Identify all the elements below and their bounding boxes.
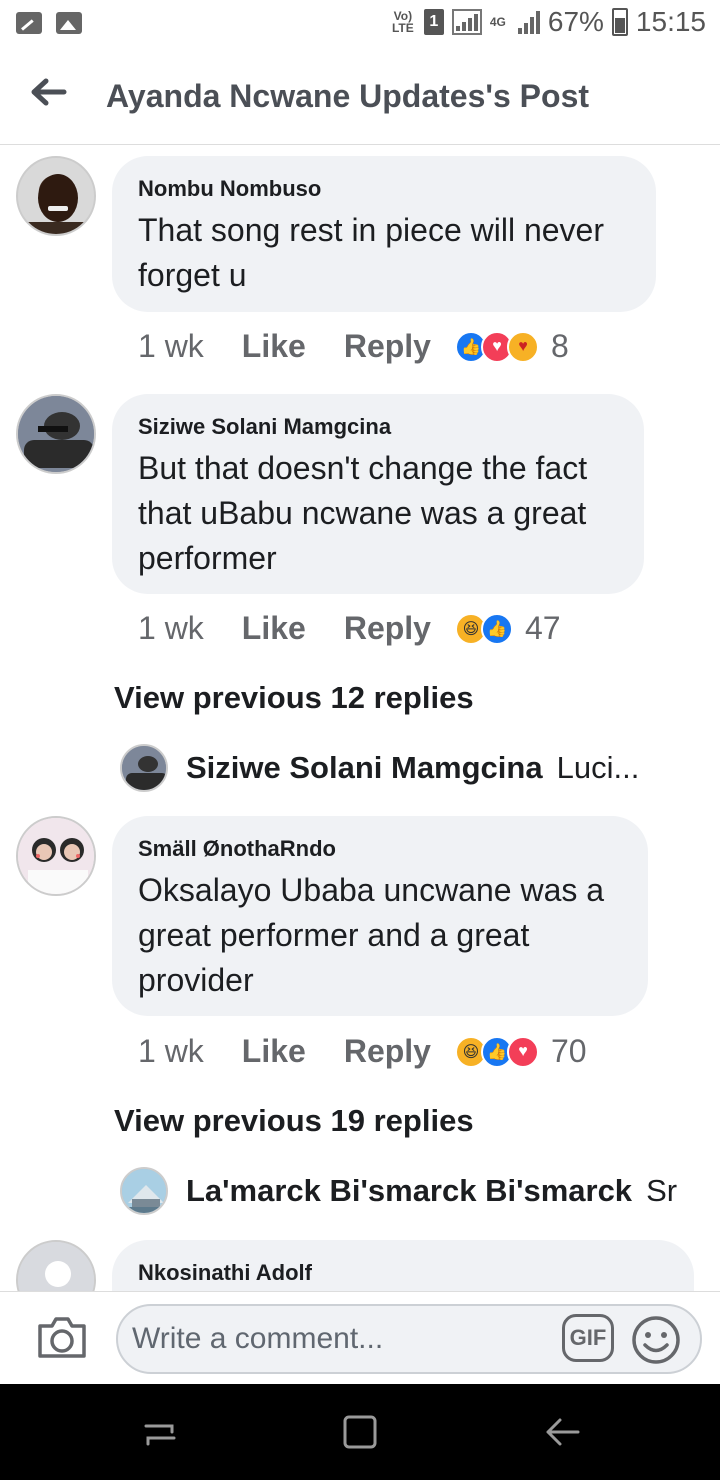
reaction-icons[interactable]: 😆 👍 ♥ bbox=[454, 1035, 539, 1068]
recent-apps-icon[interactable] bbox=[140, 1412, 180, 1452]
smiley-icon[interactable] bbox=[630, 1314, 682, 1366]
comment-bubble[interactable]: Nkosinathi Adolf bbox=[112, 1240, 694, 1292]
reply-author: Siziwe Solani Mamgcina bbox=[186, 750, 543, 785]
signal-icon bbox=[451, 9, 482, 35]
reply-button[interactable]: Reply bbox=[344, 610, 431, 647]
arrow-left-icon[interactable] bbox=[28, 72, 68, 112]
comment-composer: GIF bbox=[0, 1291, 720, 1384]
home-square-icon[interactable] bbox=[340, 1412, 380, 1452]
love-reaction-icon: ♥ bbox=[506, 1035, 539, 1068]
volte-indicator: Vo) LTE bbox=[391, 9, 414, 35]
comment-input[interactable] bbox=[116, 1304, 702, 1374]
comment-author[interactable]: Nombu Nombuso bbox=[138, 176, 630, 202]
like-button[interactable]: Like bbox=[242, 1033, 306, 1070]
comment-bubble[interactable]: Nombu Nombuso That song rest in piece wi… bbox=[112, 156, 656, 312]
reply-button[interactable]: Reply bbox=[344, 328, 431, 365]
back-arrow-icon[interactable] bbox=[542, 1412, 582, 1452]
view-previous-replies-link[interactable]: View previous 12 replies bbox=[114, 680, 474, 716]
reply-avatar bbox=[120, 1167, 168, 1215]
avatar[interactable] bbox=[16, 156, 96, 236]
comment-text: But that doesn't change the fact that uB… bbox=[138, 450, 588, 576]
comment-actions: 1 wk Like Reply 😆 👍 ♥ 70 bbox=[138, 1033, 587, 1070]
like-button[interactable]: Like bbox=[242, 328, 306, 365]
reaction-count[interactable]: 47 bbox=[525, 610, 561, 647]
network-type: 4G bbox=[489, 15, 506, 29]
avatar[interactable] bbox=[16, 394, 96, 474]
comment-author[interactable]: Nkosinathi Adolf bbox=[138, 1260, 668, 1286]
status-indicators: Vo) LTE 1 4G 67% 15:15 bbox=[390, 6, 706, 38]
system-navigation-bar bbox=[0, 1384, 720, 1480]
avatar[interactable] bbox=[16, 816, 96, 896]
comment-list: Nombu Nombuso That song rest in piece wi… bbox=[0, 146, 720, 1292]
battery-icon bbox=[611, 8, 628, 36]
reaction-count[interactable]: 70 bbox=[551, 1033, 587, 1070]
clock: 15:15 bbox=[635, 6, 706, 37]
sim-indicator: 1 bbox=[423, 9, 444, 35]
status-bar: Vo) LTE 1 4G 67% 15:15 bbox=[0, 0, 720, 50]
reaction-icons[interactable]: 👍 ♥ ♥ bbox=[454, 330, 539, 363]
signal-bars-icon bbox=[517, 10, 540, 34]
status-notifications bbox=[16, 12, 82, 34]
care-reaction-icon: ♥ bbox=[506, 330, 539, 363]
reaction-icons[interactable]: 😆 👍 bbox=[454, 612, 513, 645]
comment-author[interactable]: Smäll ØnothaRndo bbox=[138, 836, 622, 862]
notification-icon bbox=[16, 12, 42, 34]
reply-preview[interactable]: La'marck Bi'smarck Bi'smarck Sr bbox=[120, 1167, 700, 1215]
reply-preview[interactable]: Siziwe Solani Mamgcina Luci... bbox=[120, 744, 700, 792]
comment-bubble[interactable]: Smäll ØnothaRndo Oksalayo Ubaba uncwane … bbox=[112, 816, 648, 1016]
reply-snippet: Luci... bbox=[556, 750, 640, 785]
view-previous-replies-link[interactable]: View previous 19 replies bbox=[114, 1103, 474, 1139]
reply-author: La'marck Bi'smarck Bi'smarck bbox=[186, 1173, 633, 1208]
comment-time[interactable]: 1 wk bbox=[138, 1033, 204, 1070]
reply-snippet: Sr bbox=[646, 1173, 678, 1208]
comment-bubble[interactable]: Siziwe Solani Mamgcina But that doesn't … bbox=[112, 394, 644, 594]
comment-time[interactable]: 1 wk bbox=[138, 610, 204, 647]
avatar[interactable] bbox=[16, 1240, 96, 1292]
gallery-icon bbox=[56, 12, 82, 34]
like-reaction-icon: 👍 bbox=[480, 612, 513, 645]
app-header: Ayanda Ncwane Updates's Post bbox=[0, 50, 720, 145]
gif-button[interactable]: GIF bbox=[562, 1314, 614, 1362]
comment-text: Oksalayo Ubaba uncwane was a great perfo… bbox=[138, 872, 605, 998]
reaction-count[interactable]: 8 bbox=[551, 328, 569, 365]
comment-actions: 1 wk Like Reply 😆 👍 47 bbox=[138, 610, 561, 647]
reply-button[interactable]: Reply bbox=[344, 1033, 431, 1070]
reply-avatar bbox=[120, 744, 168, 792]
comment-time[interactable]: 1 wk bbox=[138, 328, 204, 365]
comment-author[interactable]: Siziwe Solani Mamgcina bbox=[138, 414, 618, 440]
like-button[interactable]: Like bbox=[242, 610, 306, 647]
camera-icon[interactable] bbox=[36, 1314, 88, 1360]
comment-text: That song rest in piece will never forge… bbox=[138, 212, 604, 293]
page-title: Ayanda Ncwane Updates's Post bbox=[106, 78, 590, 114]
comment-actions: 1 wk Like Reply 👍 ♥ ♥ 8 bbox=[138, 328, 569, 365]
battery-percent: 67% bbox=[547, 6, 604, 37]
